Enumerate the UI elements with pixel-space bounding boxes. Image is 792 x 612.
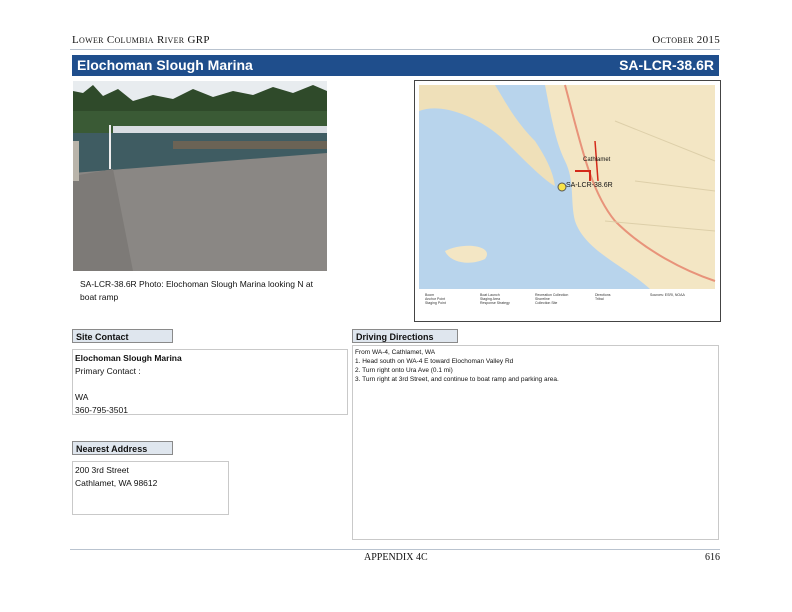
- site-photo: [73, 81, 327, 271]
- map-site-label: SA-LCR-38.6R: [566, 182, 613, 189]
- direction-line: From WA-4, Cathlamet, WA: [355, 349, 436, 356]
- site-map: SA-LCR-38.6R Cathlamet Boom Anchor Point…: [414, 80, 721, 322]
- map-graphic: [419, 84, 716, 319]
- contact-state: WA: [75, 392, 89, 402]
- boat-ramp-photo: [73, 81, 327, 271]
- site-code: SA-LCR-38.6R: [619, 57, 714, 73]
- direction-line: 1. Head south on WA-4 E toward Elochoman…: [355, 358, 514, 365]
- site-title-bar: Elochoman Slough Marina SA-LCR-38.6R: [72, 55, 719, 76]
- direction-line: 2. Turn right onto Ura Ave (0.1 mi): [355, 367, 453, 374]
- map-town-label: Cathlamet: [583, 157, 611, 163]
- legend-column-4: Directions Tribal: [595, 293, 645, 301]
- header-rule: [70, 49, 720, 50]
- nearest-address-panel: 200 3rd Street Cathlamet, WA 98612: [72, 461, 229, 515]
- document-header-date: October 2015: [652, 34, 720, 46]
- legend-item: Tribal: [595, 297, 604, 301]
- direction-line: 3. Turn right at 3rd Street, and continu…: [355, 376, 559, 383]
- contact-spacer: [75, 378, 345, 391]
- legend-column-2: Boat Launch Staging Area Response Strate…: [480, 293, 540, 305]
- contact-primary: Primary Contact :: [75, 366, 141, 376]
- site-name: Elochoman Slough Marina: [77, 57, 253, 73]
- site-contact-panel: Elochoman Slough Marina Primary Contact …: [72, 349, 348, 415]
- document-header-left: Lower Columbia River GRP: [72, 34, 210, 46]
- legend-column-3: Recreation Collection Shoreline Collecti…: [535, 293, 595, 305]
- legend-item: Staging Point: [425, 301, 446, 305]
- photo-caption: SA-LCR-38.6R Photo: Elochoman Slough Mar…: [80, 279, 313, 302]
- driving-directions-panel: From WA-4, Cathlamet, WA 1. Head south o…: [352, 345, 719, 540]
- footer-appendix: APPENDIX 4C: [364, 552, 428, 563]
- map-source-note: Sources: ESRI, NOAA: [650, 293, 685, 297]
- page-number: 616: [705, 552, 720, 563]
- address-line-1: 200 3rd Street: [75, 465, 129, 475]
- driving-directions-label: Driving Directions: [352, 329, 458, 343]
- legend-column-1: Boom Anchor Point Staging Point: [425, 293, 485, 305]
- legend-item: Response Strategy: [480, 301, 510, 305]
- contact-phone: 360-795-3501: [75, 405, 128, 415]
- footer-rule: [70, 549, 720, 550]
- legend-item: Collection Site: [535, 301, 558, 305]
- nearest-address-label: Nearest Address: [72, 441, 173, 455]
- site-contact-label: Site Contact: [72, 329, 173, 343]
- address-line-2: Cathlamet, WA 98612: [75, 478, 158, 488]
- contact-name: Elochoman Slough Marina: [75, 353, 182, 363]
